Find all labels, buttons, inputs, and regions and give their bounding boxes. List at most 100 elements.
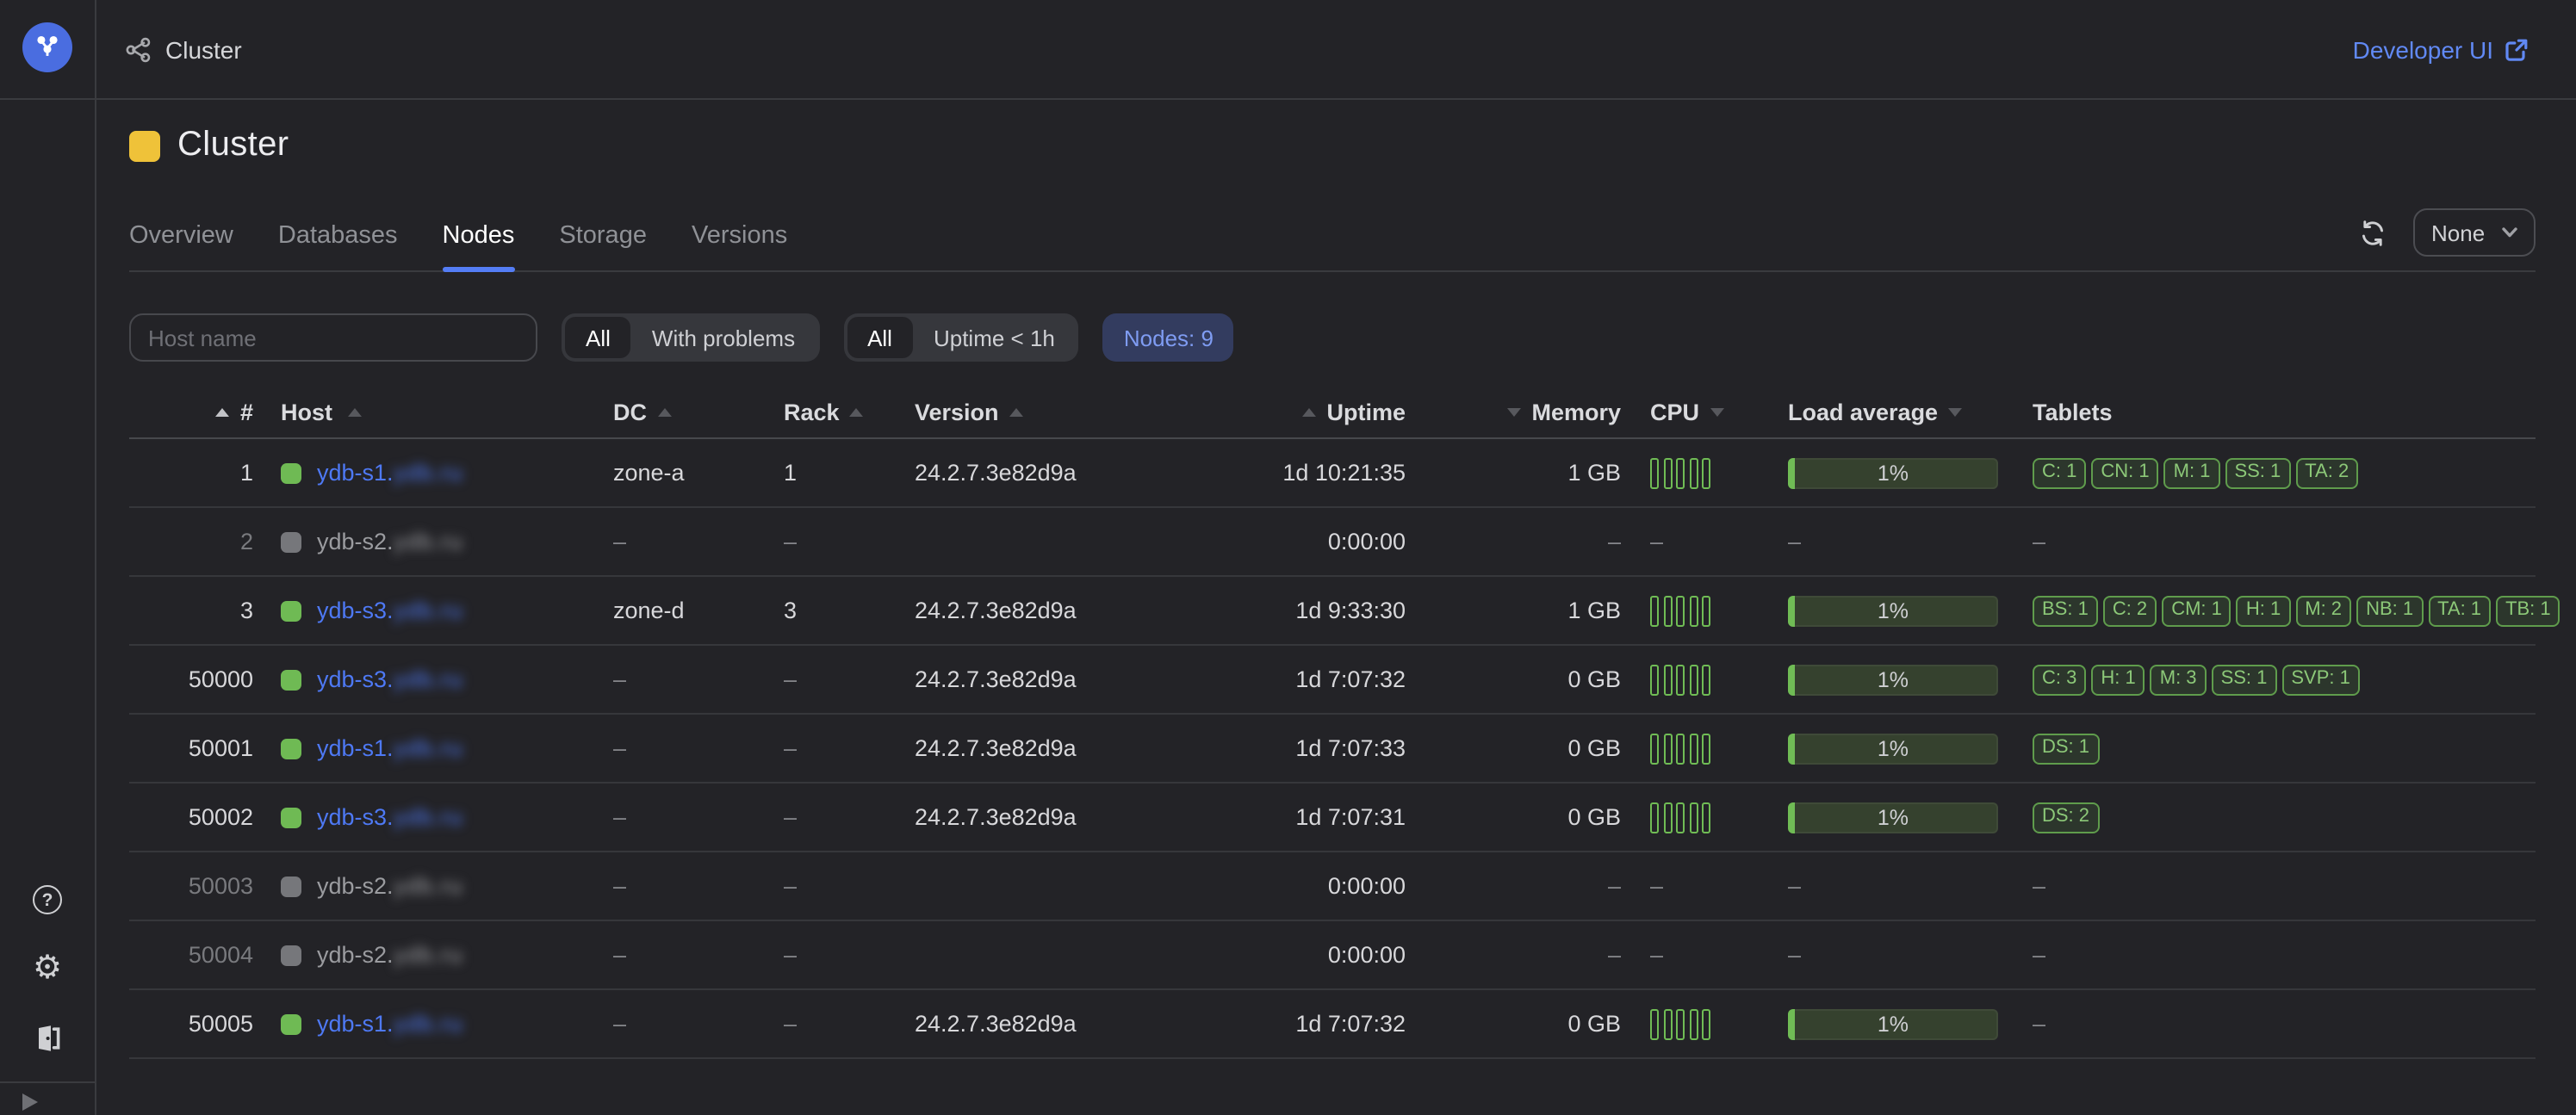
tablet-badge[interactable]: DS: 1 bbox=[2033, 733, 2099, 764]
cluster-breadcrumb-icon bbox=[124, 35, 152, 63]
refresh-button[interactable] bbox=[2357, 217, 2388, 248]
tab-nodes[interactable]: Nodes bbox=[443, 222, 515, 270]
settings-gear-icon[interactable]: ⚙ bbox=[32, 953, 63, 984]
column-header-tablets[interactable]: Tablets bbox=[2020, 400, 2535, 425]
column-header-dc[interactable]: DC bbox=[613, 400, 784, 425]
cpu-bar-icon bbox=[1663, 595, 1672, 626]
cell-version: 24.2.7.3e82d9a bbox=[915, 598, 1207, 623]
external-link-icon bbox=[2504, 37, 2528, 61]
cell-node-id: 50001 bbox=[129, 735, 253, 761]
sort-asc-icon bbox=[1302, 408, 1316, 417]
tablet-badge[interactable]: DS: 2 bbox=[2033, 802, 2099, 833]
tab-versions[interactable]: Versions bbox=[692, 222, 787, 270]
cpu-usage-bars bbox=[1650, 733, 1710, 764]
empty-value: – bbox=[1650, 873, 1663, 899]
cell-tablets: BS: 1C: 2CM: 1H: 1M: 2NB: 1TA: 1TB: 1 bbox=[2020, 595, 2560, 626]
tablet-badge[interactable]: M: 1 bbox=[2164, 457, 2220, 488]
cell-dc: – bbox=[613, 529, 784, 554]
cell-load-average: 1% bbox=[1728, 733, 2020, 764]
column-header-uptime[interactable]: Uptime bbox=[1207, 400, 1406, 425]
column-header-cpu[interactable]: CPU bbox=[1621, 400, 1728, 425]
tablet-badge[interactable]: C: 2 bbox=[2103, 595, 2157, 626]
tab-databases[interactable]: Databases bbox=[278, 222, 398, 270]
tablet-badge[interactable]: SVP: 1 bbox=[2281, 664, 2360, 695]
developer-ui-link[interactable]: Developer UI bbox=[2353, 35, 2528, 63]
tablet-badge[interactable]: H: 1 bbox=[2237, 595, 2290, 626]
tablet-badge[interactable]: M: 3 bbox=[2151, 664, 2207, 695]
segment-with-problems[interactable]: With problems bbox=[631, 317, 816, 358]
table-header-row: # Host DCRackVersionUptimeMemory CPU Load av… bbox=[129, 387, 2535, 439]
cell-host: ydb-s1.ydb.ru bbox=[253, 735, 613, 761]
breadcrumb[interactable]: Cluster bbox=[124, 35, 242, 63]
node-status-indicator bbox=[281, 600, 301, 621]
table-body: 1ydb-s1.ydb.ruzone-a124.2.7.3e82d9a1d 10… bbox=[129, 439, 2535, 1059]
tab-overview[interactable]: Overview bbox=[129, 222, 233, 270]
tablet-badge[interactable]: SS: 1 bbox=[2225, 457, 2290, 488]
empty-value: – bbox=[784, 1011, 797, 1037]
cell-version: 24.2.7.3e82d9a bbox=[915, 735, 1207, 761]
host-link[interactable]: ydb-s1.ydb.ru bbox=[317, 460, 463, 486]
host-name-censored: ydb.ru bbox=[394, 804, 463, 830]
cpu-usage-bars bbox=[1650, 457, 1710, 488]
tablet-badge[interactable]: CN: 1 bbox=[2091, 457, 2158, 488]
host-name-censored: ydb.ru bbox=[394, 460, 463, 486]
cpu-bar-icon bbox=[1663, 733, 1672, 764]
cpu-bar-icon bbox=[1663, 457, 1672, 488]
empty-value: – bbox=[784, 529, 797, 554]
tablet-badge[interactable]: NB: 1 bbox=[2356, 595, 2423, 626]
cpu-bar-icon bbox=[1663, 664, 1672, 695]
cell-cpu bbox=[1621, 595, 1728, 626]
cell-uptime: 1d 7:07:32 bbox=[1207, 1011, 1406, 1037]
sort-asc-icon bbox=[216, 408, 230, 417]
host-link[interactable]: ydb-s1.ydb.ru bbox=[317, 735, 463, 761]
column-label-cpu: CPU bbox=[1650, 400, 1699, 425]
column-header-load-average[interactable]: Load average bbox=[1728, 400, 2020, 425]
tablet-badge[interactable]: H: 1 bbox=[2091, 664, 2145, 695]
cpu-bar-icon bbox=[1676, 595, 1685, 626]
help-icon[interactable]: ? bbox=[32, 884, 63, 915]
node-status-indicator bbox=[281, 876, 301, 896]
cell-host: ydb-s3.ydb.ru bbox=[253, 666, 613, 692]
column-header-num[interactable]: # bbox=[129, 400, 253, 425]
column-header-version[interactable]: Version bbox=[915, 400, 1207, 425]
ydb-logo-icon[interactable] bbox=[22, 22, 72, 72]
cluster-status-square-icon bbox=[129, 130, 160, 161]
segment-all[interactable]: All bbox=[847, 317, 913, 358]
cell-tablets: DS: 2 bbox=[2020, 802, 2535, 833]
column-header-memory[interactable]: Memory bbox=[1406, 400, 1621, 425]
tablet-badge[interactable]: CM: 1 bbox=[2162, 595, 2231, 626]
tablet-badge[interactable]: BS: 1 bbox=[2033, 595, 2098, 626]
load-average-value: 1% bbox=[1878, 598, 1909, 623]
segment-uptime-1h[interactable]: Uptime < 1h bbox=[913, 317, 1076, 358]
column-header-host[interactable]: Host bbox=[253, 400, 613, 425]
host-link[interactable]: ydb-s3.ydb.ru bbox=[317, 598, 463, 623]
host-link: ydb-s2.ydb.ru bbox=[317, 942, 463, 968]
load-average-bar: 1% bbox=[1788, 664, 1998, 695]
column-label-num: # bbox=[240, 400, 253, 425]
column-header-rack[interactable]: Rack bbox=[784, 400, 915, 425]
tablet-badge[interactable]: TA: 2 bbox=[2295, 457, 2358, 488]
cell-dc: zone-d bbox=[613, 598, 784, 623]
cell-load-average: 1% bbox=[1728, 457, 2020, 488]
tablet-badge[interactable]: TB: 1 bbox=[2496, 595, 2560, 626]
load-average-value: 1% bbox=[1878, 461, 1909, 485]
tablet-badge[interactable]: TA: 1 bbox=[2428, 595, 2491, 626]
tablet-badge[interactable]: M: 2 bbox=[2295, 595, 2351, 626]
host-name-search-input[interactable] bbox=[129, 313, 537, 362]
logout-door-icon[interactable] bbox=[32, 1022, 63, 1053]
tablet-badge[interactable]: SS: 1 bbox=[2212, 664, 2277, 695]
autorefresh-select[interactable]: None bbox=[2412, 208, 2535, 257]
segment-all[interactable]: All bbox=[565, 317, 631, 358]
cell-load-average: 1% bbox=[1728, 595, 2020, 626]
column-label-host: Host bbox=[281, 400, 332, 425]
tablet-badge[interactable]: C: 3 bbox=[2033, 664, 2086, 695]
host-link[interactable]: ydb-s3.ydb.ru bbox=[317, 804, 463, 830]
tablet-badge[interactable]: C: 1 bbox=[2033, 457, 2086, 488]
host-link[interactable]: ydb-s1.ydb.ru bbox=[317, 1011, 463, 1037]
host-link[interactable]: ydb-s3.ydb.ru bbox=[317, 666, 463, 692]
tab-storage[interactable]: Storage bbox=[559, 222, 647, 270]
sidebar-collapse-button[interactable] bbox=[22, 1087, 47, 1110]
cpu-usage-bars bbox=[1650, 595, 1710, 626]
sort-asc-icon bbox=[348, 408, 362, 417]
nodes-count-badge: Nodes: 9 bbox=[1103, 313, 1234, 362]
